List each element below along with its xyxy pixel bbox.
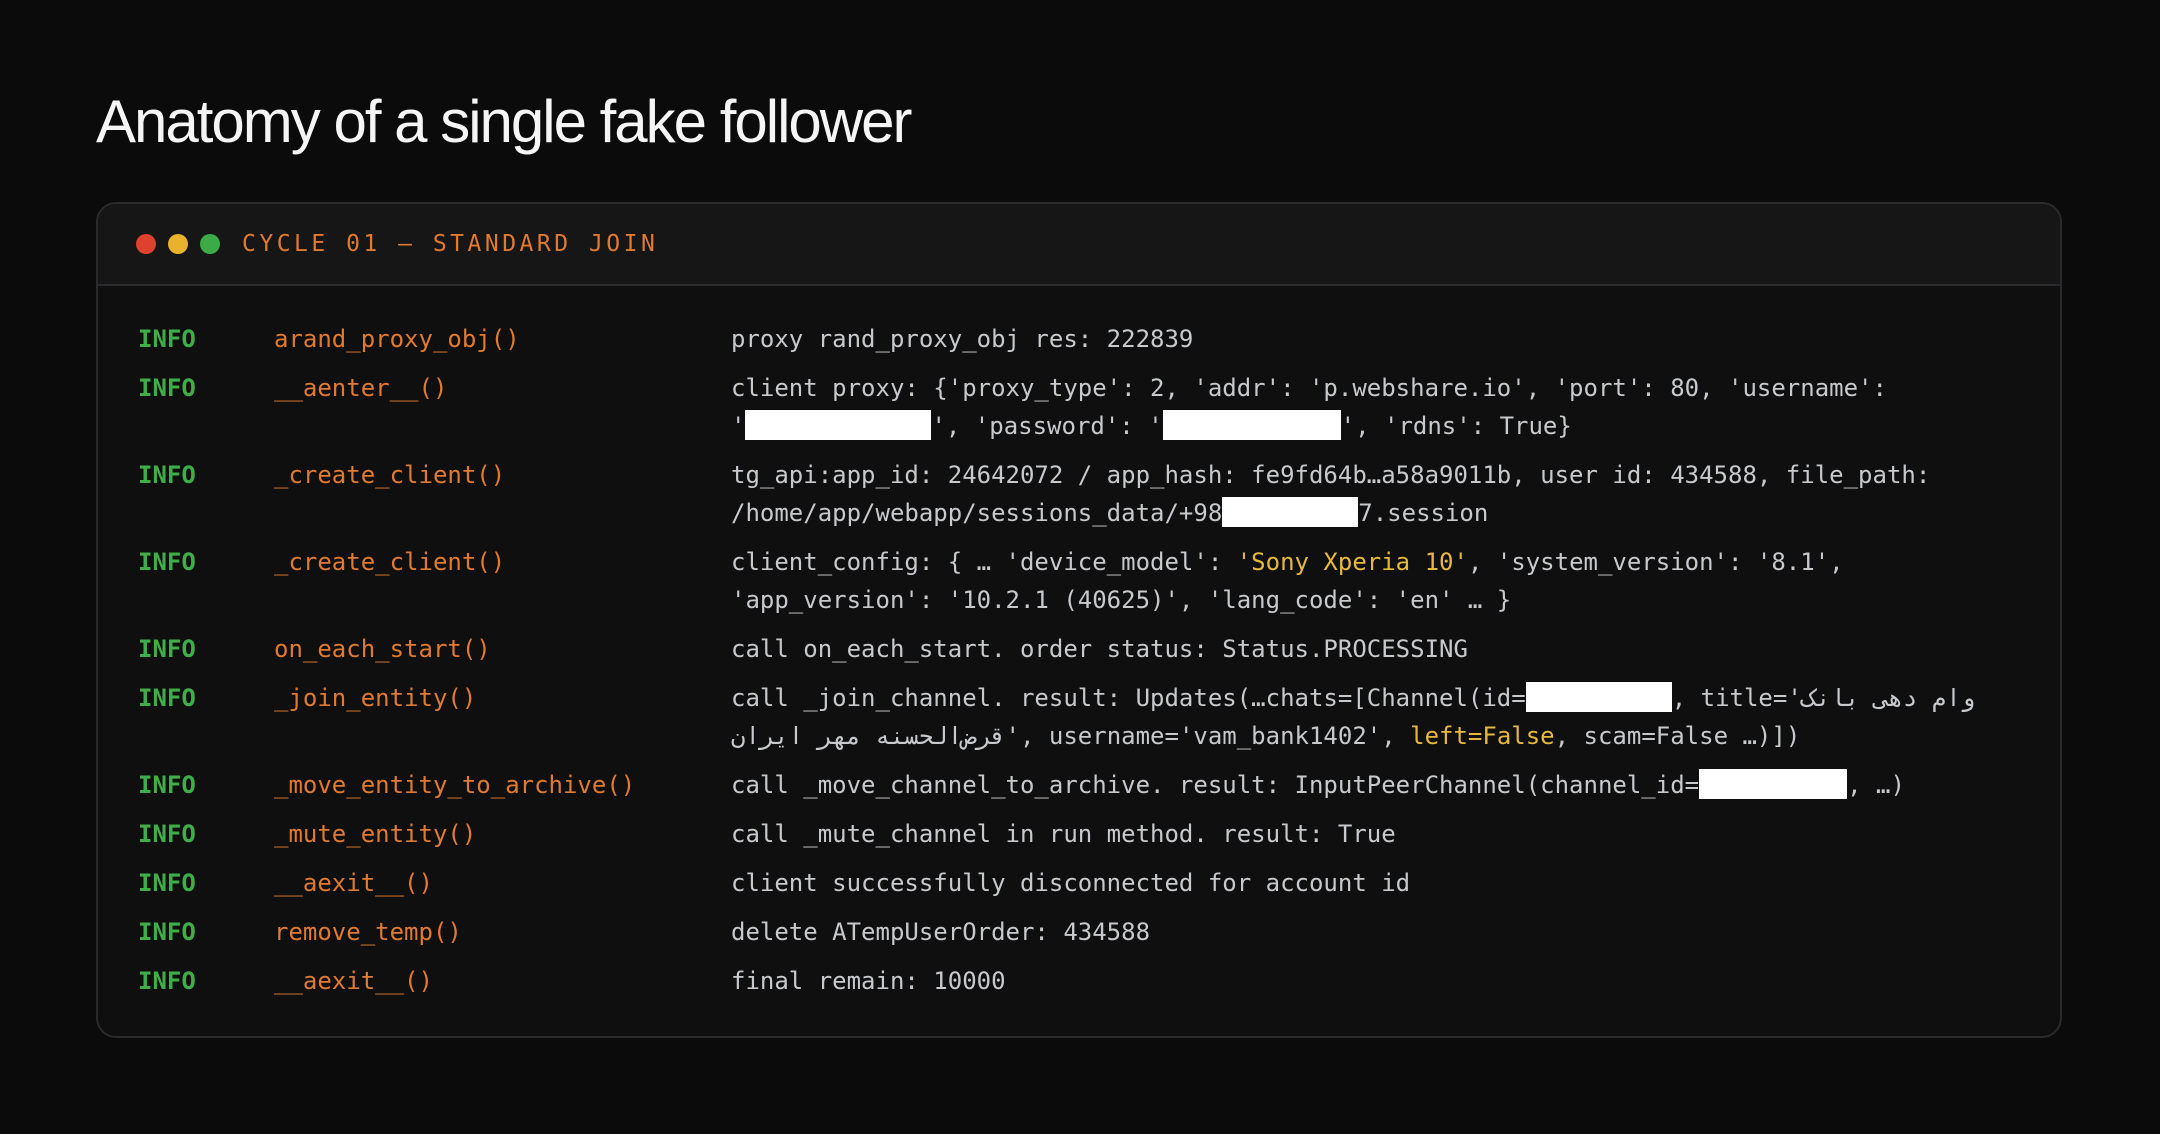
log-row: INFO __aexit__() final remain: 10000 xyxy=(98,962,2060,1000)
log-message: tg_api:app_id: 24642072 / app_hash: fe9f… xyxy=(731,456,2021,532)
terminal-title: CYCLE 01 — STANDARD JOIN xyxy=(242,231,659,257)
log-level: INFO xyxy=(138,374,196,402)
log-level: INFO xyxy=(138,820,196,848)
log-function: _mute_entity() xyxy=(274,820,477,848)
log-message-text: client_config: { … 'device_model': xyxy=(731,548,1237,576)
log-message-text: delete ATempUserOrder: 434588 xyxy=(731,918,1151,946)
redacted-channel-id xyxy=(1525,682,1672,712)
log-message-text: call _mute_channel in run method. result… xyxy=(731,820,1396,848)
log-row: INFO _create_client() client_config: { …… xyxy=(98,543,2060,619)
device-model-highlight: 'Sony Xperia 10' xyxy=(1236,548,1468,576)
close-dot-icon[interactable] xyxy=(136,234,156,254)
log-function: __aexit__() xyxy=(274,869,433,897)
redacted-password xyxy=(1162,410,1341,440)
log-message: client proxy: {'proxy_type': 2, 'addr': … xyxy=(731,369,2021,445)
redacted-channel-id xyxy=(1699,769,1848,799)
log-level: INFO xyxy=(138,918,196,946)
log-level: INFO xyxy=(138,869,196,897)
log-message: proxy rand_proxy_obj res: 222839 xyxy=(731,320,2021,358)
log-message-text: , scam=False …)]) xyxy=(1554,722,1801,750)
left-flag-highlight: left=False xyxy=(1410,722,1555,750)
minimize-dot-icon[interactable] xyxy=(168,234,188,254)
log-message-text: ', 'password': ' xyxy=(931,412,1163,440)
log-function: __aexit__() xyxy=(274,967,433,995)
log-message-text: , …) xyxy=(1847,771,1905,799)
log-message-text: ', username='vam_bank1402', xyxy=(1005,722,1411,750)
redacted-username xyxy=(745,410,932,440)
log-message: final remain: 10000 xyxy=(731,962,2021,1000)
log-output: INFO arand_proxy_obj() proxy rand_proxy_… xyxy=(98,286,2060,1000)
log-level: INFO xyxy=(138,684,196,712)
log-row: INFO on_each_start() call on_each_start.… xyxy=(98,630,2060,668)
log-message: call on_each_start. order status: Status… xyxy=(731,630,2021,668)
log-level: INFO xyxy=(138,325,196,353)
page-title: Anatomy of a single fake follower xyxy=(96,88,912,155)
log-message-text: ', 'rdns': True} xyxy=(1340,412,1572,440)
log-message-text: proxy rand_proxy_obj res: 222839 xyxy=(731,325,1194,353)
log-function: on_each_start() xyxy=(274,635,491,663)
log-message-text: 7.session xyxy=(1358,499,1489,527)
log-function: arand_proxy_obj() xyxy=(274,325,520,353)
log-message: call _move_channel_to_archive. result: I… xyxy=(731,766,2021,804)
log-message-text: , title=' xyxy=(1671,684,1802,712)
log-message: client_config: { … 'device_model': 'Sony… xyxy=(731,543,2021,619)
log-function: _join_entity() xyxy=(274,684,477,712)
log-message-text: call _join_channel. result: Updates(…cha… xyxy=(731,684,1526,712)
log-row: INFO remove_temp() delete ATempUserOrder… xyxy=(98,913,2060,951)
maximize-dot-icon[interactable] xyxy=(200,234,220,254)
log-function: _create_client() xyxy=(274,461,506,489)
terminal-header: CYCLE 01 — STANDARD JOIN xyxy=(98,204,2060,286)
log-function: remove_temp() xyxy=(274,918,462,946)
log-level: INFO xyxy=(138,967,196,995)
log-row: INFO __aexit__() client successfully dis… xyxy=(98,864,2060,902)
redacted-phone-number xyxy=(1222,497,1359,527)
log-level: INFO xyxy=(138,548,196,576)
log-row: INFO _create_client() tg_api:app_id: 246… xyxy=(98,456,2060,532)
log-function: _move_entity_to_archive() xyxy=(274,771,636,799)
log-function: __aenter__() xyxy=(274,374,448,402)
log-level: INFO xyxy=(138,635,196,663)
log-message: call _join_channel. result: Updates(…cha… xyxy=(731,679,2021,755)
log-level: INFO xyxy=(138,771,196,799)
terminal-window: CYCLE 01 — STANDARD JOIN INFO arand_prox… xyxy=(96,202,2062,1038)
log-row: INFO _mute_entity() call _mute_channel i… xyxy=(98,815,2060,853)
log-level: INFO xyxy=(138,461,196,489)
log-message-text: final remain: 10000 xyxy=(731,967,1006,995)
log-row: INFO __aenter__() client proxy: {'proxy_… xyxy=(98,369,2060,445)
log-row: INFO _join_entity() call _join_channel. … xyxy=(98,679,2060,755)
log-row: INFO arand_proxy_obj() proxy rand_proxy_… xyxy=(98,320,2060,358)
log-message: client successfully disconnected for acc… xyxy=(731,864,2021,902)
log-message-text: client successfully disconnected for acc… xyxy=(731,869,1411,897)
log-message-text: call _move_channel_to_archive. result: I… xyxy=(731,771,1700,799)
log-function: _create_client() xyxy=(274,548,506,576)
log-message: delete ATempUserOrder: 434588 xyxy=(731,913,2021,951)
log-row: INFO _move_entity_to_archive() call _mov… xyxy=(98,766,2060,804)
log-message: call _mute_channel in run method. result… xyxy=(731,815,2021,853)
log-message-text: call on_each_start. order status: Status… xyxy=(731,635,1468,663)
